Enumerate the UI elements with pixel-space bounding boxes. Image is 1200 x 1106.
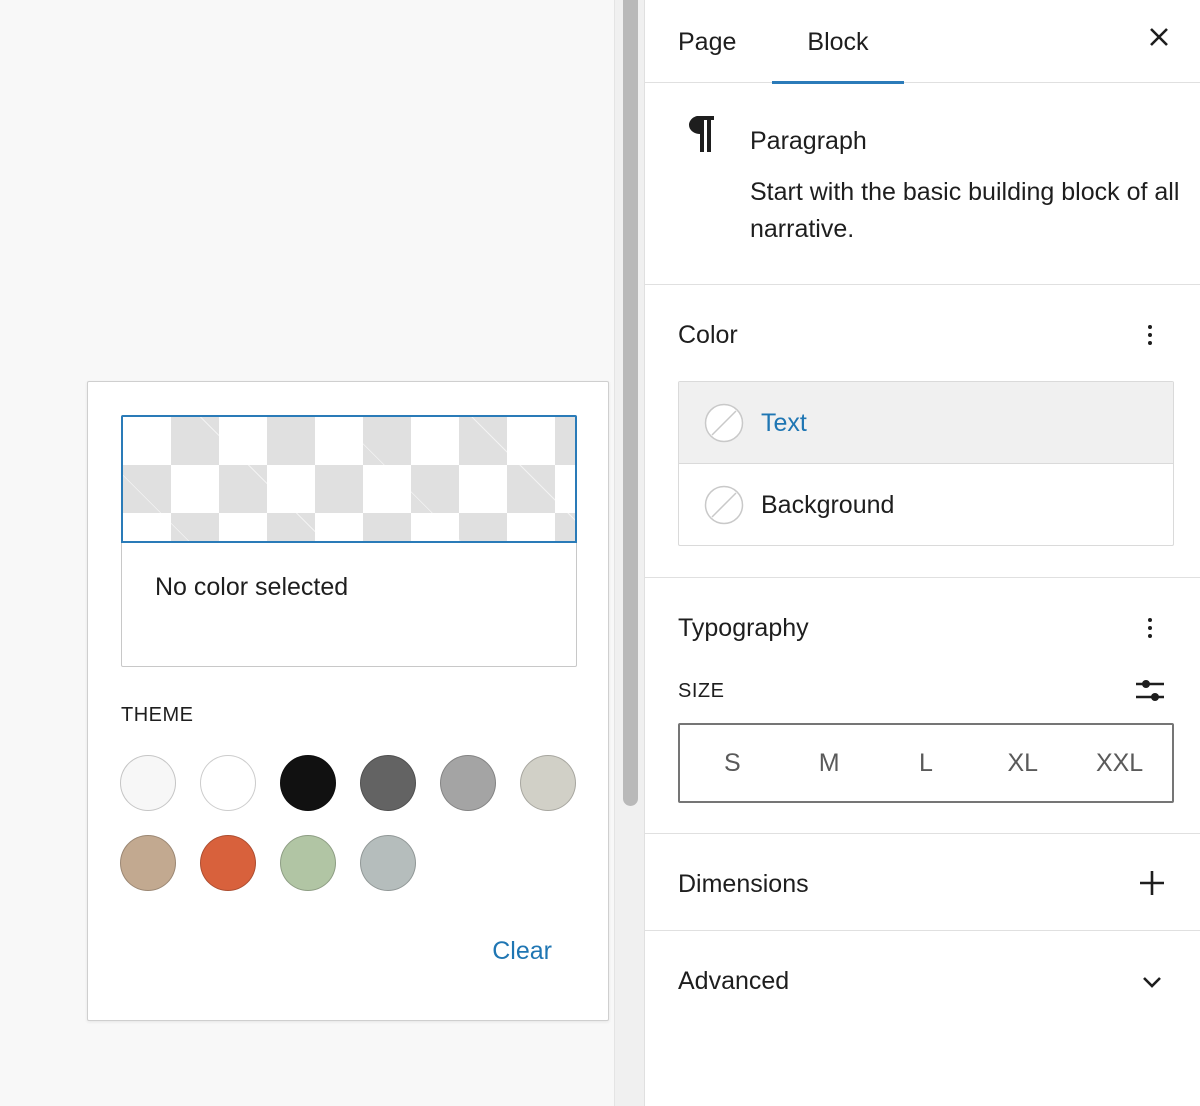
color-panel-title: Color: [678, 321, 738, 349]
dimensions-panel: Dimensions: [645, 834, 1200, 931]
tab-page[interactable]: Page: [678, 0, 736, 83]
font-size-option-s[interactable]: S: [684, 725, 781, 801]
settings-sidebar: Page Block Paragraph Start with the basi…: [645, 0, 1200, 1106]
scrollbar-thumb[interactable]: [623, 0, 638, 806]
add-dimension-button[interactable]: [1137, 868, 1167, 898]
pilcrow-icon: [689, 116, 714, 152]
clear-color-button[interactable]: Clear: [492, 937, 552, 966]
color-preview: No color selected: [121, 415, 577, 667]
color-swatch[interactable]: [120, 835, 176, 891]
sliders-icon: [1136, 680, 1164, 701]
dimensions-panel-title: Dimensions: [678, 870, 809, 898]
advanced-panel-title: Advanced: [678, 967, 790, 995]
color-swatch[interactable]: [280, 835, 336, 891]
color-item-list: Text Background: [678, 381, 1174, 546]
advanced-panel[interactable]: Advanced: [645, 931, 1200, 1029]
color-item-label: Text: [761, 409, 807, 437]
advanced-toggle-button[interactable]: [1137, 967, 1167, 997]
color-swatch[interactable]: [360, 755, 416, 811]
tab-block[interactable]: Block: [772, 0, 904, 84]
typography-panel-title: Typography: [678, 614, 809, 642]
color-swatch[interactable]: [360, 835, 416, 891]
color-swatch[interactable]: [520, 755, 576, 811]
color-swatch[interactable]: [280, 755, 336, 811]
custom-size-button[interactable]: [1133, 674, 1167, 708]
sidebar-tabs: Page Block: [645, 0, 1200, 84]
color-item-background[interactable]: Background: [679, 464, 1173, 545]
font-size-option-xl[interactable]: XL: [974, 725, 1071, 801]
color-swatch[interactable]: [120, 755, 176, 811]
color-picker-popover: No color selected THEME Clear: [87, 381, 609, 1021]
font-size-option-l[interactable]: L: [878, 725, 975, 801]
more-vertical-icon: [1140, 618, 1160, 638]
no-color-indicator-icon: [704, 403, 744, 443]
more-vertical-icon: [1140, 325, 1160, 345]
color-preview-swatch: [121, 415, 577, 543]
color-item-text[interactable]: Text: [679, 382, 1173, 464]
close-icon: [1150, 28, 1168, 46]
color-swatch[interactable]: [440, 755, 496, 811]
no-color-indicator-icon: [704, 485, 744, 525]
color-options-button[interactable]: [1140, 315, 1160, 351]
color-panel: Color Text Background: [645, 285, 1200, 578]
block-title: Paragraph: [750, 127, 867, 155]
typography-options-button[interactable]: [1140, 608, 1160, 644]
plus-icon: [1140, 871, 1164, 895]
block-description: Start with the basic building block of a…: [750, 178, 1180, 243]
chevron-down-icon: [1143, 977, 1161, 988]
canvas-scrollbar[interactable]: [614, 0, 645, 1106]
close-sidebar-button[interactable]: [1144, 22, 1174, 52]
font-size-label: SIZE: [678, 680, 725, 702]
color-item-label: Background: [761, 491, 895, 519]
theme-palette-heading: THEME: [121, 704, 194, 726]
font-size-picker: S M L XL XXL: [678, 723, 1174, 803]
color-swatch[interactable]: [200, 755, 256, 811]
font-size-option-xxl[interactable]: XXL: [1071, 725, 1168, 801]
color-preview-label: No color selected: [155, 573, 349, 601]
typography-panel: Typography SIZE S M L XL XXL: [645, 578, 1200, 834]
color-swatch[interactable]: [200, 835, 256, 891]
font-size-option-m[interactable]: M: [781, 725, 878, 801]
block-card: Paragraph Start with the basic building …: [645, 84, 1200, 285]
